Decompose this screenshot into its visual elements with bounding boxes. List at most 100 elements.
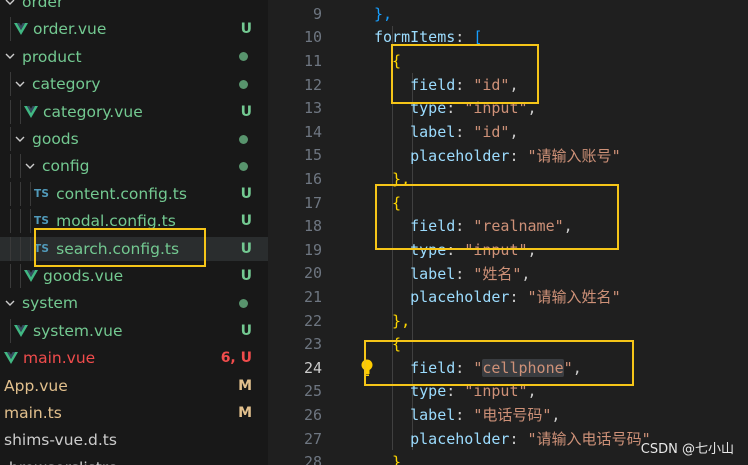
code-token: "请输入账号" xyxy=(527,146,621,165)
line-number: 23 xyxy=(303,335,322,354)
vue-file-icon xyxy=(4,352,18,365)
tree-item[interactable]: order.vue U xyxy=(0,17,268,42)
code-line[interactable]: 14 label: "id", xyxy=(268,120,748,144)
code-token: } xyxy=(374,453,402,465)
tree-item[interactable]: App.vue M xyxy=(0,374,268,398)
tree-item[interactable]: goods.vue U xyxy=(0,264,268,288)
git-status-badge: U xyxy=(240,21,252,38)
chevron-down-icon[interactable] xyxy=(4,0,16,6)
line-number: 28 xyxy=(303,453,322,465)
tree-item[interactable]: category.vue U xyxy=(0,99,268,124)
code-token: "姓名" xyxy=(473,264,522,283)
tree-item-label: main.vue xyxy=(23,349,96,368)
line-number: 14 xyxy=(303,122,322,141)
line-number: 9 xyxy=(312,4,322,23)
tree-item[interactable]: TS content.config.ts U xyxy=(0,181,268,206)
line-number: 19 xyxy=(303,240,322,259)
indent-guide xyxy=(10,264,11,288)
tree-item[interactable]: category xyxy=(0,72,268,97)
indent-guide xyxy=(10,236,11,261)
line-number: 10 xyxy=(303,28,322,47)
tree-item-label: shims-vue.d.ts xyxy=(4,431,117,450)
tree-item[interactable]: shims-vue.d.ts xyxy=(0,428,268,452)
line-number: 16 xyxy=(303,169,322,188)
tree-item[interactable]: system.vue U xyxy=(0,318,268,343)
git-status-badge: U xyxy=(240,103,252,120)
code-token: }, xyxy=(374,311,411,330)
code-token: placeholder xyxy=(374,430,510,449)
git-status-dot-icon xyxy=(239,161,248,171)
code-line[interactable]: 15 placeholder: "请输入账号" xyxy=(268,144,748,168)
chevron-down-icon[interactable] xyxy=(4,53,16,60)
indent-guide xyxy=(10,17,11,42)
chevron-down-icon[interactable] xyxy=(14,81,26,88)
chevron-down-icon[interactable] xyxy=(14,136,26,143)
code-token: , xyxy=(521,264,531,283)
code-token: , xyxy=(551,406,561,425)
chevron-down-icon[interactable] xyxy=(4,300,16,307)
code-text: label: "姓名", xyxy=(374,263,530,284)
indent-guide xyxy=(20,154,21,179)
line-number: 12 xyxy=(303,75,322,94)
code-text: placeholder: "请输入账号" xyxy=(374,145,621,166)
typescript-file-icon: TS xyxy=(34,187,50,200)
indent-guide xyxy=(20,236,21,261)
code-line[interactable]: 9}, xyxy=(268,2,748,26)
highlight-box-field-id xyxy=(391,44,539,104)
tree-item[interactable]: system xyxy=(0,291,268,315)
indent-guide xyxy=(10,72,11,97)
line-number: 26 xyxy=(303,405,322,424)
code-text: }, xyxy=(374,312,410,330)
code-token: "电话号码" xyxy=(473,406,552,425)
tree-item-label: category xyxy=(32,75,101,94)
line-number: 18 xyxy=(303,217,322,236)
indent-guide xyxy=(10,318,11,343)
tree-item[interactable]: main.ts M xyxy=(0,401,268,425)
indent-guide xyxy=(10,127,11,151)
tree-item[interactable]: goods xyxy=(0,127,268,151)
tree-item[interactable]: .browserslistrc xyxy=(0,456,268,465)
code-token: : xyxy=(455,264,474,283)
indent-guide xyxy=(30,236,31,261)
tree-item-label: order.vue xyxy=(33,20,107,39)
git-status-badge: U xyxy=(240,322,252,339)
tree-item-label: system xyxy=(22,294,79,313)
line-number: 13 xyxy=(303,99,322,118)
code-text: placeholder: "请输入电话号码" xyxy=(374,428,650,449)
code-token: : xyxy=(455,122,474,141)
code-text: }, xyxy=(374,5,392,23)
code-token: "请输入姓名" xyxy=(527,288,621,307)
tree-item[interactable]: main.vue 6, U xyxy=(0,346,268,370)
tree-item-label: App.vue xyxy=(4,376,68,395)
line-number: 15 xyxy=(303,146,322,165)
code-text: label: "id", xyxy=(374,122,518,141)
code-token: label xyxy=(374,406,456,425)
vue-file-icon xyxy=(24,105,38,118)
tree-item-label: goods.vue xyxy=(43,267,124,285)
code-token: placeholder xyxy=(374,288,510,307)
tree-item[interactable]: product xyxy=(0,45,268,69)
git-status-dot-icon xyxy=(239,298,248,308)
line-number: 27 xyxy=(303,429,322,448)
indent-guide xyxy=(30,181,31,206)
line-number: 11 xyxy=(303,51,322,70)
code-line[interactable]: 22 }, xyxy=(268,309,748,333)
tree-item[interactable]: config xyxy=(0,154,268,179)
line-number: 25 xyxy=(303,382,322,401)
tree-item-label: .browserslistrc xyxy=(4,459,116,465)
tree-item[interactable]: order xyxy=(0,0,268,14)
highlight-box-field-cellphone xyxy=(364,340,634,386)
git-status-dot-icon xyxy=(239,79,248,89)
chevron-down-icon[interactable] xyxy=(24,163,36,170)
git-status-badge: U xyxy=(240,240,252,257)
indent-guide xyxy=(20,209,21,234)
highlight-box-search-config xyxy=(34,228,206,267)
tree-item-label: product xyxy=(22,47,82,66)
code-line[interactable]: 21 placeholder: "请输入姓名" xyxy=(268,285,748,309)
vue-file-icon xyxy=(14,23,28,36)
code-line[interactable]: 20 label: "姓名", xyxy=(268,262,748,286)
code-token: "id" xyxy=(473,122,510,141)
git-status-badge: U xyxy=(240,213,252,230)
code-line[interactable]: 26 label: "电话号码", xyxy=(268,403,748,427)
vue-file-icon xyxy=(24,270,38,282)
